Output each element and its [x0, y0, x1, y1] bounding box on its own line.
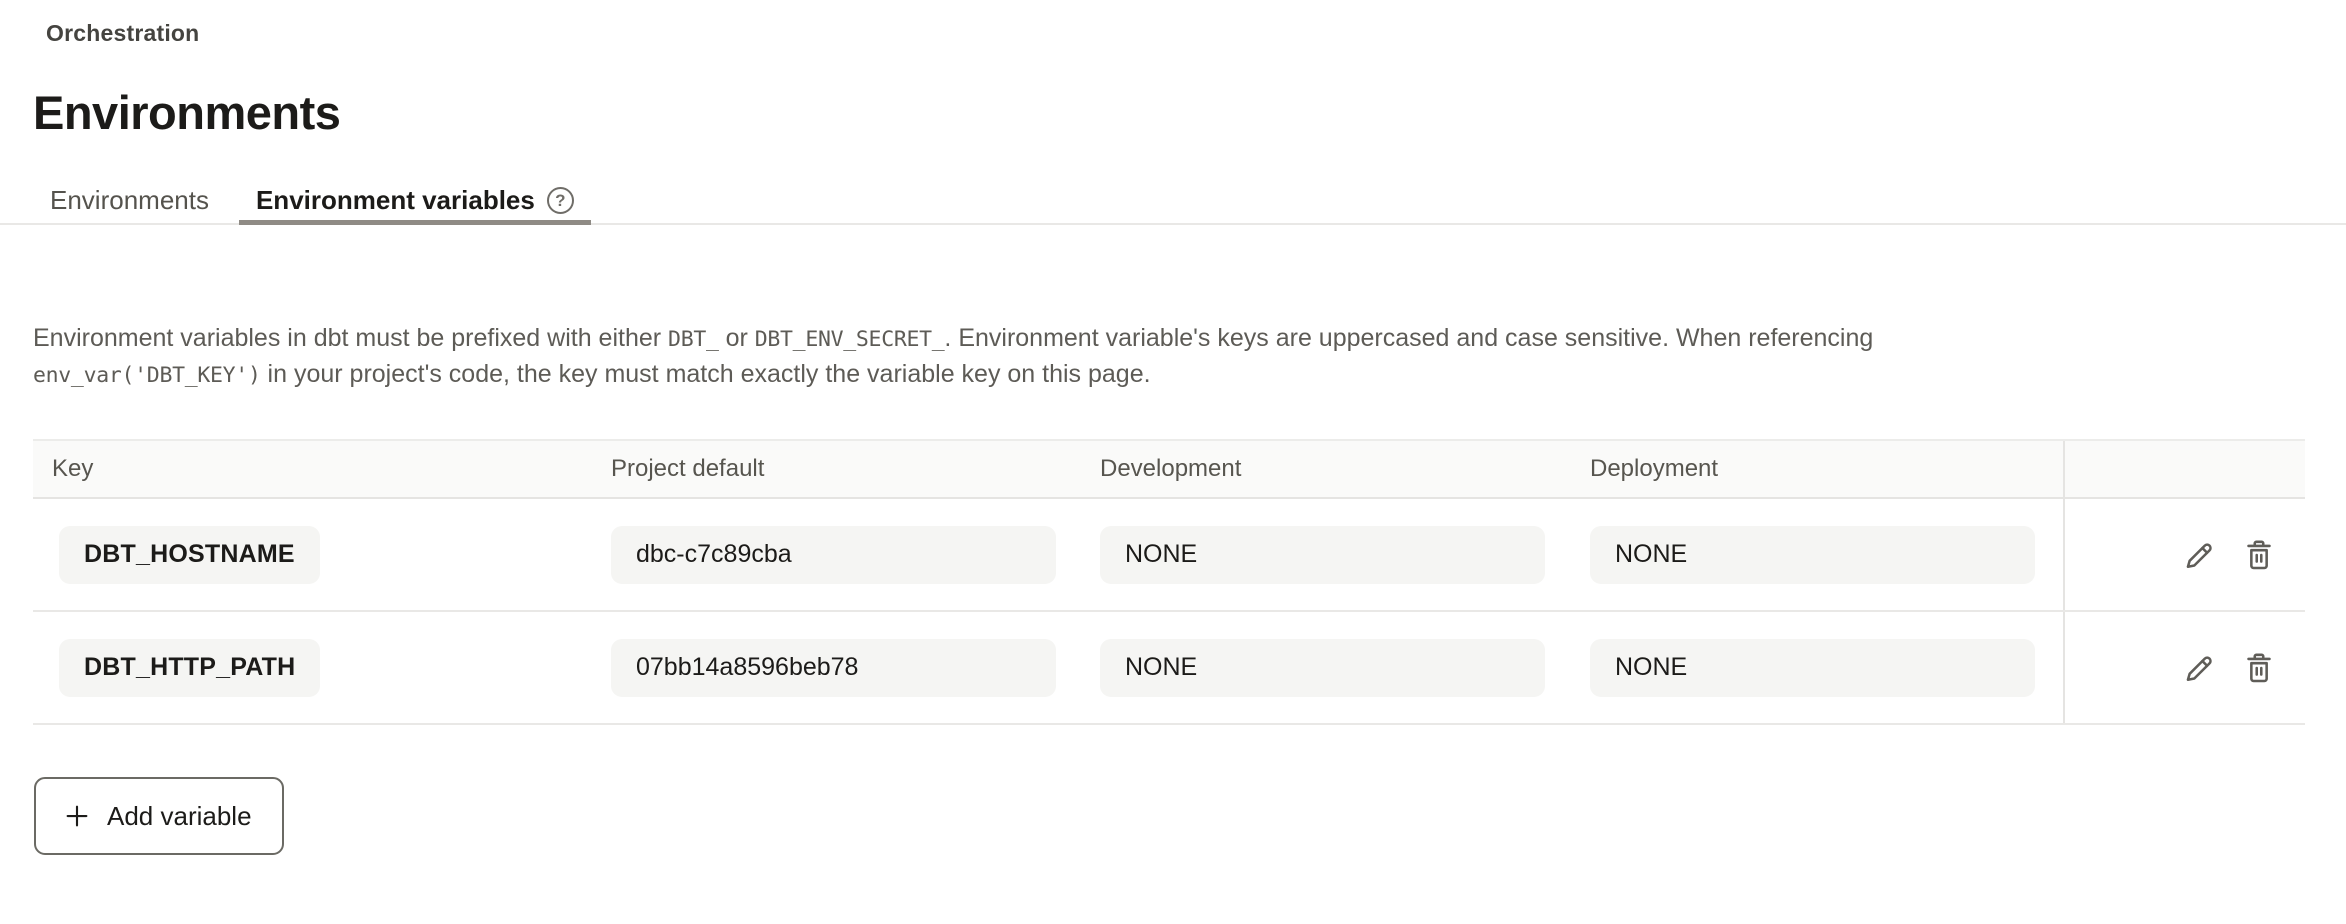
- column-header-key: Key: [33, 455, 611, 483]
- tab-environments[interactable]: Environments: [33, 177, 226, 223]
- delete-variable-button[interactable]: [2241, 650, 2277, 686]
- column-header-deployment: Deployment: [1590, 455, 2063, 483]
- project-default-chip: dbc-c7c89cba: [611, 526, 1056, 584]
- column-header-development: Development: [1100, 455, 1590, 483]
- environment-variables-table: Key Project default Development Deployme…: [33, 439, 2305, 725]
- description-code-env-var: env_var('DBT_KEY'): [33, 363, 261, 388]
- trash-icon: [2242, 538, 2276, 572]
- table-row: DBT_HOSTNAME dbc-c7c89cba NONE NONE: [33, 499, 2305, 612]
- breadcrumb: Orchestration: [46, 0, 2346, 47]
- trash-icon: [2242, 651, 2276, 685]
- edit-variable-button[interactable]: [2181, 537, 2217, 573]
- tab-environments-label: Environments: [50, 185, 209, 216]
- page-title: Environments: [33, 85, 2346, 141]
- description-segment: . Environment variable's keys are upperc…: [944, 324, 1873, 352]
- description-segment: or: [719, 324, 755, 352]
- tabs-row: Environments Environment variables ?: [0, 177, 2346, 225]
- tab-environment-variables[interactable]: Environment variables ?: [239, 177, 591, 223]
- tab-environment-variables-label: Environment variables: [256, 185, 535, 216]
- key-chip: DBT_HOSTNAME: [59, 526, 320, 584]
- deployment-chip: NONE: [1590, 639, 2035, 697]
- delete-variable-button[interactable]: [2241, 537, 2277, 573]
- project-default-chip: 07bb14a8596beb78: [611, 639, 1056, 697]
- description-code-secret-prefix: DBT_ENV_SECRET_: [755, 327, 945, 352]
- add-variable-button[interactable]: Add variable: [34, 777, 284, 855]
- column-header-project-default: Project default: [611, 455, 1100, 483]
- development-chip: NONE: [1100, 526, 1545, 584]
- deployment-chip: NONE: [1590, 526, 2035, 584]
- description-text: Environment variables in dbt must be pre…: [33, 321, 2033, 393]
- add-variable-label: Add variable: [107, 801, 252, 832]
- key-chip: DBT_HTTP_PATH: [59, 639, 320, 697]
- pencil-icon: [2182, 538, 2216, 572]
- edit-variable-button[interactable]: [2181, 650, 2217, 686]
- column-header-actions: [2063, 441, 2305, 497]
- description-segment: Environment variables in dbt must be pre…: [33, 324, 668, 352]
- environments-page: Orchestration Environments Environments …: [0, 0, 2346, 924]
- description-segment: in your project's code, the key must mat…: [261, 360, 1151, 388]
- table-row: DBT_HTTP_PATH 07bb14a8596beb78 NONE NONE: [33, 612, 2305, 725]
- table-header-row: Key Project default Development Deployme…: [33, 439, 2305, 499]
- development-chip: NONE: [1100, 639, 1545, 697]
- pencil-icon: [2182, 651, 2216, 685]
- help-icon[interactable]: ?: [547, 187, 574, 214]
- description-code-dbt-prefix: DBT_: [668, 327, 719, 352]
- plus-icon: [62, 801, 92, 831]
